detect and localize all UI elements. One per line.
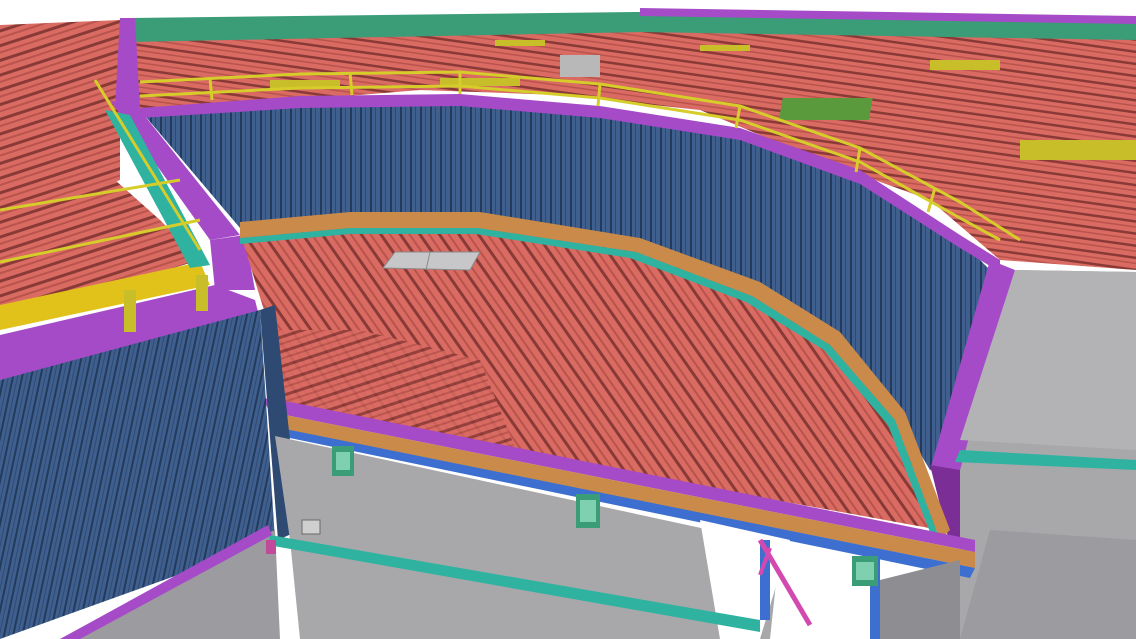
- skylight-icon: [700, 45, 750, 51]
- skylight-icon: [560, 55, 600, 77]
- bracket-icon: [852, 556, 878, 586]
- skylight-icon: [778, 98, 873, 120]
- center-skylight[interactable]: [382, 251, 481, 271]
- yellow-post: [124, 290, 136, 332]
- pipe-cap: [266, 540, 276, 554]
- yellow-post: [196, 275, 208, 311]
- bim-3d-viewport[interactable]: [0, 0, 1136, 639]
- bracket-icon: [332, 446, 354, 476]
- skylight-icon: [1020, 140, 1136, 160]
- skylight-icon: [930, 60, 1000, 70]
- bracket-icon: [576, 494, 600, 528]
- skylight-icon: [495, 40, 545, 46]
- louver-vent: [301, 519, 321, 535]
